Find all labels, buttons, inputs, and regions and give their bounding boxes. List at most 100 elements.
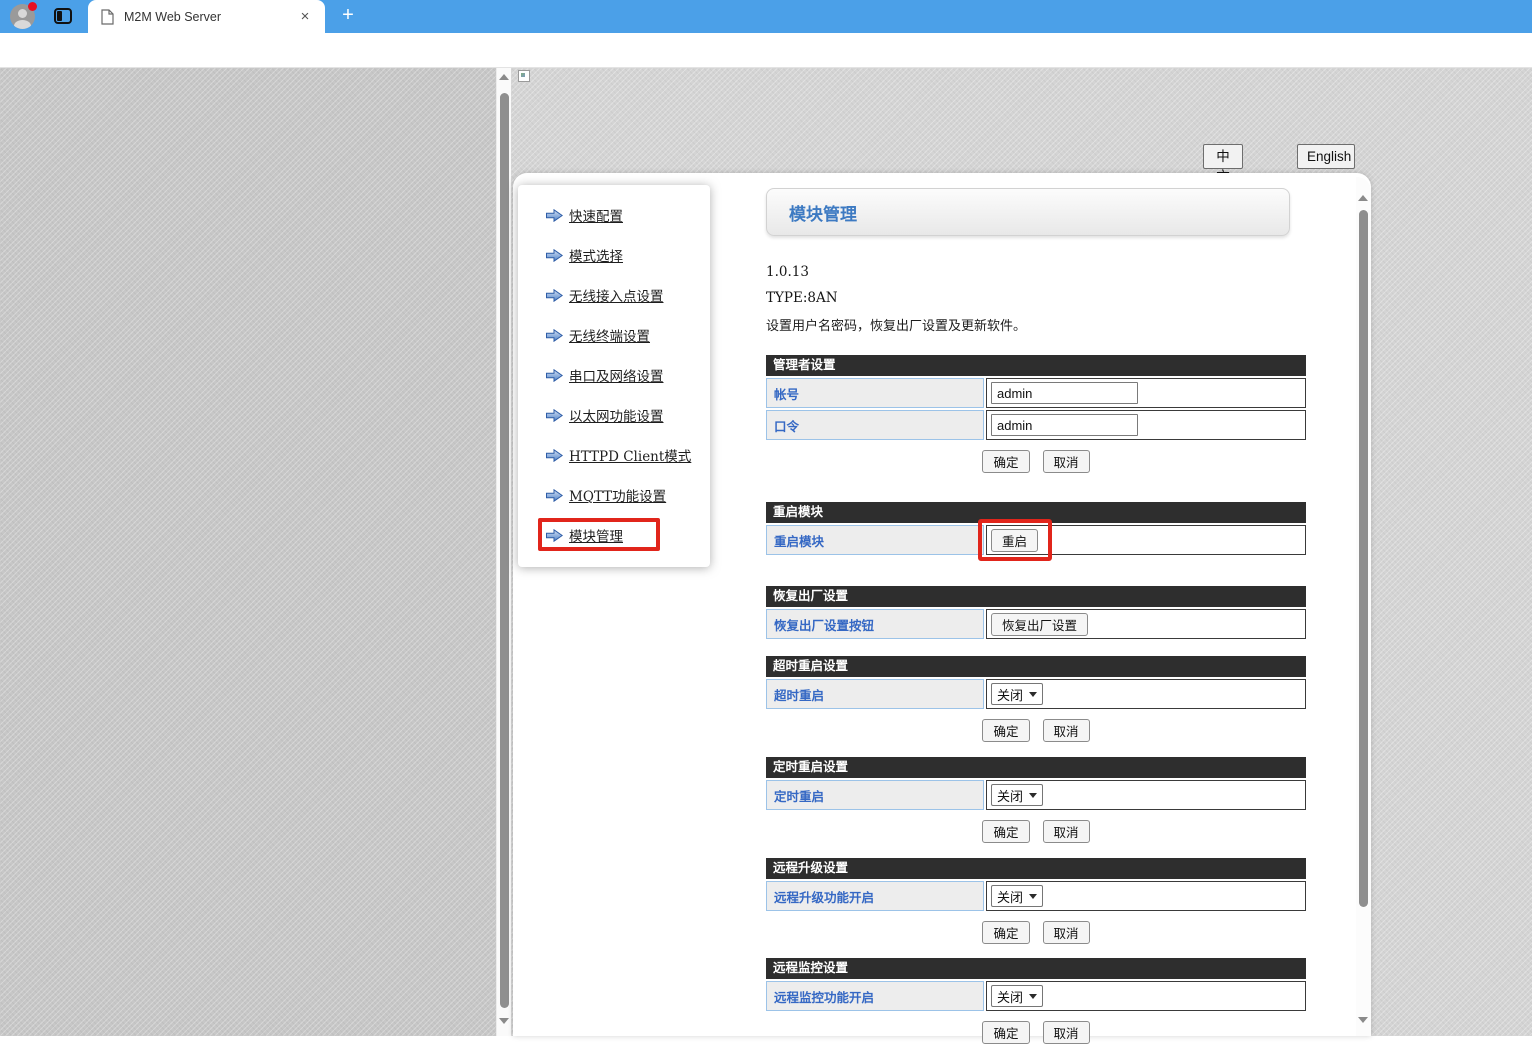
row-label: 远程升级功能开启 [766,881,984,911]
ok-button[interactable]: 确定 [982,820,1029,843]
sidebar-item[interactable]: 模式选择 [518,235,710,275]
browser-titlebar: M2M Web Server × + [0,0,1532,33]
sidebar-item[interactable]: 模块管理 [518,515,710,555]
sidebar-item-label[interactable]: 无线终端设置 [569,325,650,345]
dropdown-select[interactable]: 关闭 [991,683,1043,705]
dropdown-value: 关闭 [997,786,1023,805]
broken-image-icon [518,70,530,82]
section-header: 定时重启设置 [766,757,1306,778]
settings-section: 重启模块重启模块重启 [766,502,1306,555]
row-label: 口令 [766,410,984,440]
scroll-down-icon[interactable] [499,1018,509,1024]
form-buttons: 确定取消 [766,820,1306,843]
tab-actions-icon[interactable] [54,8,72,24]
sidebar-item-label[interactable]: 模块管理 [569,525,623,545]
cancel-button[interactable]: 取消 [1043,1021,1090,1044]
arrow-right-icon [546,529,563,542]
settings-section: 超时重启设置超时重启关闭 [766,656,1306,709]
sidebar-item-label[interactable]: HTTPD Client模式 [569,445,691,465]
row-label: 恢复出厂设置按钮 [766,609,984,639]
section-header: 重启模块 [766,502,1306,523]
close-tab-icon[interactable]: × [296,8,314,26]
table-row: 远程监控功能开启关闭 [766,981,1306,1011]
sidebar-item[interactable]: 无线接入点设置 [518,275,710,315]
sidebar-item[interactable]: 以太网功能设置 [518,395,710,435]
arrow-right-icon [546,249,563,262]
dropdown-value: 关闭 [997,987,1023,1006]
left-frame-scrollbar[interactable] [496,68,511,1036]
table-row: 帐号 [766,378,1306,408]
language-english-button[interactable]: English [1297,144,1355,169]
left-empty-frame [0,68,496,1036]
row-label: 定时重启 [766,780,984,810]
browser-toolbar: 不安全 10.10.100.254 /home.html [0,33,1532,68]
dropdown-select[interactable]: 关闭 [991,985,1043,1007]
dropdown-select[interactable]: 关闭 [991,784,1043,806]
sidebar-item-label[interactable]: 串口及网络设置 [569,365,664,385]
action-button[interactable]: 恢复出厂设置 [991,613,1088,636]
sidebar-item-label[interactable]: 模式选择 [569,245,623,265]
tab-title: M2M Web Server [124,10,296,24]
ok-button[interactable]: 确定 [982,1021,1029,1044]
row-value: 重启 [986,525,1306,555]
sidebar-item-label[interactable]: 以太网功能设置 [569,405,664,425]
cancel-button[interactable]: 取消 [1043,921,1090,944]
sidebar-item[interactable]: 快速配置 [518,195,710,235]
arrow-right-icon [546,409,563,422]
ok-button[interactable]: 确定 [982,450,1029,473]
section-header: 远程监控设置 [766,958,1306,979]
arrow-right-icon [546,369,563,382]
cancel-button[interactable]: 取消 [1043,450,1090,473]
arrow-right-icon [546,329,563,342]
table-row: 超时重启关闭 [766,679,1306,709]
sidebar-item[interactable]: 串口及网络设置 [518,355,710,395]
dropdown-value: 关闭 [997,887,1023,906]
row-value: 关闭 [986,679,1306,709]
section-header: 超时重启设置 [766,656,1306,677]
scrollbar-thumb[interactable] [1359,210,1368,907]
cancel-button[interactable]: 取消 [1043,719,1090,742]
form-buttons: 确定取消 [766,1021,1306,1044]
ok-button[interactable]: 确定 [982,921,1029,944]
row-value: 关闭 [986,981,1306,1011]
browser-tab[interactable]: M2M Web Server × [88,0,325,33]
table-row: 远程升级功能开启关闭 [766,881,1306,911]
dropdown-select[interactable]: 关闭 [991,885,1043,907]
sidebar-item-label[interactable]: 快速配置 [569,205,623,225]
table-row: 恢复出厂设置按钮恢复出厂设置 [766,609,1306,639]
table-row: 重启模块重启 [766,525,1306,555]
text-input[interactable] [991,414,1138,436]
firmware-version: 1.0.13 [766,264,1306,281]
sidebar-item[interactable]: HTTPD Client模式 [518,435,710,475]
scroll-down-icon[interactable] [1358,1017,1368,1023]
row-label: 超时重启 [766,679,984,709]
module-type: TYPE:8AN [766,290,1306,307]
scroll-up-icon[interactable] [499,74,509,80]
page-title: 模块管理 [789,200,857,225]
sidebar-item[interactable]: MQTT功能设置 [518,475,710,515]
sidebar-item-label[interactable]: 无线接入点设置 [569,285,664,305]
language-chinese-button[interactable]: 中文 [1203,144,1243,169]
action-button[interactable]: 重启 [991,529,1038,552]
row-label: 帐号 [766,378,984,408]
settings-section: 管理者设置帐号口令 [766,355,1306,440]
page-icon [101,9,114,25]
button-wrap: 恢复出厂设置 [991,613,1088,636]
row-label: 远程监控功能开启 [766,981,984,1011]
ok-button[interactable]: 确定 [982,719,1029,742]
cancel-button[interactable]: 取消 [1043,820,1090,843]
sidebar-item[interactable]: 无线终端设置 [518,315,710,355]
text-input[interactable] [991,382,1138,404]
notification-badge [28,2,37,11]
row-value [986,378,1306,408]
web-page: 中文 English 快速配置模式选择无线接入点设置无线终端设置串口及网络设置以… [0,68,1532,1036]
section-header: 远程升级设置 [766,858,1306,879]
scroll-up-icon[interactable] [1358,195,1368,201]
scrollbar-thumb[interactable] [500,93,509,1008]
settings-section: 定时重启设置定时重启关闭 [766,757,1306,810]
sidebar-item-label[interactable]: MQTT功能设置 [569,485,666,505]
content-panel: 快速配置模式选择无线接入点设置无线终端设置串口及网络设置以太网功能设置 HTTPD… [513,173,1371,1036]
chevron-down-icon [1029,894,1037,899]
new-tab-button[interactable]: + [336,4,360,28]
panel-scrollbar[interactable] [1356,177,1371,1036]
